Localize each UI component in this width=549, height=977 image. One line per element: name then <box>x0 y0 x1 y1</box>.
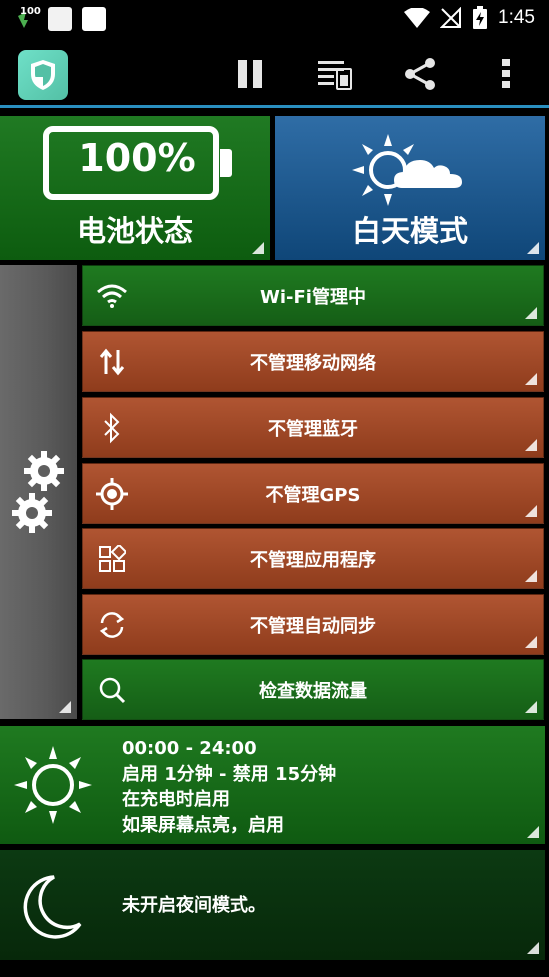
app-logo-icon[interactable] <box>18 50 68 100</box>
toolbar-divider <box>0 105 549 108</box>
sun-icon <box>14 746 92 824</box>
status-time: 1:45 <box>498 7 535 28</box>
signal-off-icon <box>440 7 462 28</box>
more-options-button[interactable] <box>486 54 526 94</box>
row-data-usage[interactable]: 检查数据流量 <box>82 659 544 720</box>
battery-notification-icon: 100 <box>14 6 41 32</box>
expand-corner-icon <box>525 307 537 319</box>
expand-corner-icon <box>525 505 537 517</box>
row-wifi[interactable]: Wi-Fi管理中 <box>82 265 544 326</box>
notification-icon-2 <box>82 7 106 31</box>
row-wifi-label: Wi-Fi管理中 <box>260 286 366 308</box>
expand-corner-icon <box>525 373 537 385</box>
expand-corner-icon <box>527 242 539 254</box>
pause-icon <box>238 60 262 88</box>
row-bluetooth-label: 不管理蓝牙 <box>268 418 358 440</box>
notification-icon <box>48 7 72 31</box>
status-bar: 100 1:45 <box>0 0 549 38</box>
battery-percent: 100% <box>78 136 196 180</box>
row-bluetooth[interactable]: 不管理蓝牙 <box>82 397 544 458</box>
expand-corner-icon <box>525 439 537 451</box>
expand-corner-icon <box>525 636 537 648</box>
battery-badge-text: 100 <box>20 6 41 17</box>
battery-status-tile[interactable]: 100% 电池状态 <box>0 116 270 260</box>
battery-status-label: 电池状态 <box>76 214 193 248</box>
wifi-status-icon <box>404 8 431 28</box>
profiles-icon <box>318 61 352 90</box>
night-mode-panel[interactable]: 未开启夜间模式。 <box>0 850 545 960</box>
share-icon <box>405 58 435 90</box>
expand-corner-icon <box>527 942 539 954</box>
moon-icon <box>23 875 82 939</box>
row-gps-label: 不管理GPS <box>265 484 361 506</box>
share-button[interactable] <box>400 54 440 94</box>
expand-corner-icon <box>525 701 537 713</box>
row-apps-label: 不管理应用程序 <box>250 549 376 571</box>
row-mobile-data[interactable]: 不管理移动网络 <box>82 331 544 392</box>
expand-corner-icon <box>252 242 264 254</box>
schedule-time-range: 00:00 - 24:00 <box>122 738 257 759</box>
expand-corner-icon <box>525 570 537 582</box>
more-vert-icon <box>502 59 510 88</box>
expand-corner-icon <box>59 701 71 713</box>
row-data-usage-label: 检查数据流量 <box>259 680 367 702</box>
schedule-interval: 启用 1分钟 - 禁用 15分钟 <box>122 763 337 785</box>
settings-panel-button[interactable] <box>0 265 77 719</box>
expand-corner-icon <box>527 826 539 838</box>
schedule-panel[interactable]: 00:00 - 24:00 启用 1分钟 - 禁用 15分钟 在充电时启用 如果… <box>0 726 545 844</box>
sun-cloud-icon <box>352 134 462 206</box>
app-toolbar <box>0 38 549 108</box>
battery-charging-icon <box>473 6 488 29</box>
row-auto-sync[interactable]: 不管理自动同步 <box>82 594 544 655</box>
row-auto-sync-label: 不管理自动同步 <box>250 615 376 637</box>
row-mobile-data-label: 不管理移动网络 <box>250 352 376 374</box>
row-gps[interactable]: 不管理GPS <box>82 463 544 524</box>
gears-icon <box>12 451 64 533</box>
day-mode-tile[interactable]: 白天模式 <box>275 116 545 260</box>
schedule-charging: 在充电时启用 <box>122 789 230 810</box>
profiles-button[interactable] <box>315 54 355 94</box>
pause-button[interactable] <box>230 54 270 94</box>
schedule-screen-on: 如果屏幕点亮，启用 <box>122 814 284 836</box>
night-mode-text: 未开启夜间模式。 <box>122 895 266 916</box>
day-mode-label: 白天模式 <box>351 214 468 248</box>
row-apps[interactable]: 不管理应用程序 <box>82 528 544 589</box>
